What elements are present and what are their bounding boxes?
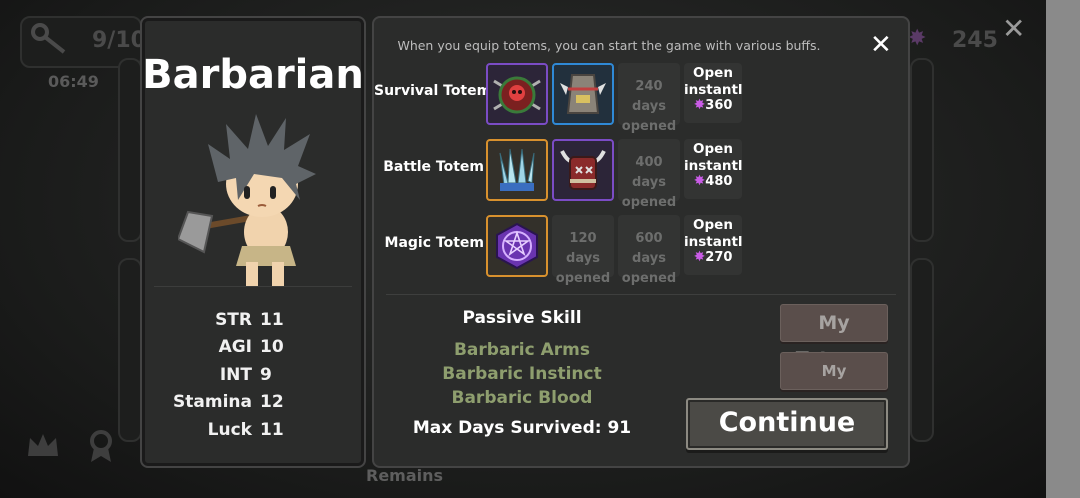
crystal-totem-icon (499, 148, 535, 191)
open-cost: ✸270 (684, 249, 742, 265)
stat-label: Stamina (173, 392, 252, 413)
lock-status: opened (621, 195, 677, 210)
bg-right-card-2 (910, 258, 934, 442)
totem-hint: When you equip totems, you can start the… (397, 38, 821, 53)
lock-status: opened (621, 119, 677, 134)
totem-slot-locked: 400 days opened (618, 139, 680, 210)
totem-slot-locked: 120 days opened (552, 215, 614, 286)
passive-skill-item: Barbaric Blood (451, 388, 593, 408)
gem-icon: ✸ (693, 97, 706, 113)
stat-agi: AGI 10 (142, 334, 364, 362)
totem-slot-equipped[interactable] (486, 63, 548, 125)
cost-value: 480 (705, 174, 733, 189)
lock-days: 120 days (566, 231, 600, 266)
totem-slot-equipped[interactable] (486, 139, 548, 201)
totem-slot-locked: 240 days opened (618, 63, 680, 134)
stat-value: 9 (260, 364, 272, 385)
passive-skill-item: Barbaric Arms (453, 340, 591, 360)
cost-value: 270 (705, 250, 733, 265)
horned-drum-totem-icon (560, 150, 606, 190)
stat-label: AGI (218, 337, 252, 358)
stats-list: STR 11 AGI 10 INT 9 Stamina 12 Luck 11 (142, 306, 364, 444)
totem-slot-equipped[interactable] (552, 139, 614, 201)
character-name: Barbarian (142, 52, 364, 98)
lock-status: opened (621, 271, 677, 286)
stat-stamina: Stamina 12 (142, 389, 364, 417)
lock-status: opened (555, 271, 611, 286)
passive-skill-item: Barbaric Instinct (442, 364, 602, 384)
stat-label: Luck (207, 419, 252, 440)
stat-divider (154, 286, 352, 287)
bg-left-card (118, 58, 142, 242)
bg-timer: 06:49 (48, 72, 99, 91)
continue-button[interactable]: Continue (686, 398, 888, 450)
totem-row-label: Battle Totem (383, 159, 484, 175)
crown-icon (28, 434, 58, 456)
key-icon (31, 23, 66, 54)
totem-row-label: Magic Totem (384, 235, 484, 251)
totem-row-label: Survival Totem (374, 83, 492, 99)
bg-counter: 9/10 (92, 28, 146, 53)
pentagram-orb-icon (496, 222, 538, 270)
passive-skill-title: Passive Skill (462, 308, 582, 328)
instantly-label: instantly (684, 158, 742, 171)
totem-slot-equipped[interactable] (552, 63, 614, 125)
open-instantly-button[interactable]: Open instantly ✸360 (684, 63, 742, 123)
gem-icon: ✸ (693, 249, 706, 265)
lock-days: 400 days (632, 155, 666, 190)
bg-right-card (910, 58, 934, 242)
stat-value: 11 (260, 309, 284, 330)
barbarian-portrait-icon (178, 114, 316, 286)
slot-lock-text: 120 days opened (554, 229, 612, 289)
cost-value: 360 (705, 98, 733, 113)
stat-str: STR 11 (142, 306, 364, 334)
open-label: Open (693, 217, 733, 233)
bg-close-icon: ✕ (1002, 12, 1026, 45)
max-days-survived: Max Days Survived: 91 (412, 418, 632, 438)
bg-tab-remains: Remains (366, 466, 444, 485)
my-blueprints-button[interactable]: My Blueprints (780, 352, 888, 416)
totem-slot-equipped[interactable] (486, 215, 548, 277)
character-panel: Barbarian STR 11 AGI 10 INT 9 Stamina 12… (140, 16, 366, 468)
bg-gem-counter: 245 (952, 28, 998, 53)
section-divider (386, 294, 896, 295)
close-icon[interactable]: ✕ (870, 30, 892, 60)
bg-gem-icon: ✸ (908, 26, 927, 51)
skull-shield-totem-icon (493, 76, 541, 114)
open-cost: ✸480 (684, 173, 742, 189)
totem-panel: When you equip totems, you can start the… (372, 16, 910, 468)
bg-left-card-2 (118, 258, 142, 442)
open-label: Open (693, 65, 733, 81)
medal-icon (90, 430, 112, 462)
stone-totem-icon (560, 74, 606, 114)
gem-icon: ✸ (693, 173, 706, 189)
stat-int: INT 9 (142, 361, 364, 389)
totem-slot-locked: 600 days opened (618, 215, 680, 286)
right-edge (1046, 0, 1080, 498)
slot-lock-text: 240 days opened (620, 77, 678, 137)
lock-days: 240 days (632, 79, 666, 114)
stat-label: INT (219, 364, 252, 385)
slot-lock-text: 400 days opened (620, 153, 678, 213)
slot-lock-text: 600 days opened (620, 229, 678, 289)
stat-value: 11 (260, 419, 284, 440)
my-totems-button[interactable]: My Totems (780, 304, 888, 370)
open-instantly-button[interactable]: Open instantly ✸480 (684, 139, 742, 199)
stat-value: 12 (260, 392, 284, 413)
instantly-label: instantly (684, 234, 742, 247)
instantly-label: instantly (684, 82, 742, 95)
lock-days: 600 days (632, 231, 666, 266)
stat-luck: Luck 11 (142, 416, 364, 444)
open-label: Open (693, 141, 733, 157)
stat-label: STR (215, 309, 252, 330)
open-instantly-button[interactable]: Open instantly ✸270 (684, 215, 742, 275)
open-cost: ✸360 (684, 97, 742, 113)
stat-value: 10 (260, 337, 284, 358)
